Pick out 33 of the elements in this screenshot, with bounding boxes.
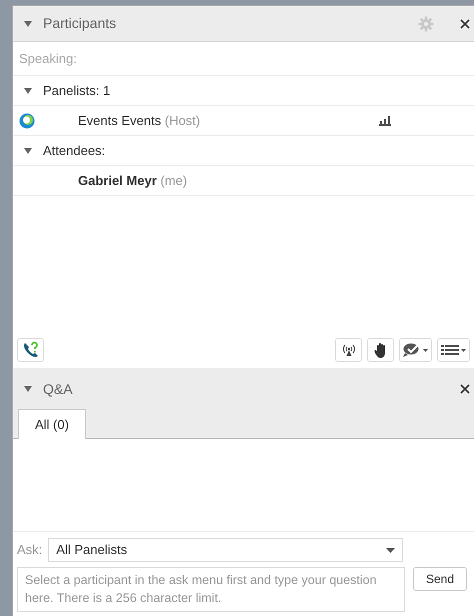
signal-bars-icon bbox=[379, 116, 391, 126]
collapse-triangle-icon[interactable] bbox=[23, 86, 33, 94]
collapse-triangle-icon[interactable] bbox=[23, 385, 33, 393]
collapse-triangle-icon[interactable] bbox=[23, 146, 33, 154]
ask-dropdown[interactable]: All Panelists bbox=[48, 538, 404, 562]
status-icon bbox=[19, 112, 35, 128]
caret-icon bbox=[423, 348, 428, 352]
broadcast-button[interactable] bbox=[335, 338, 362, 362]
participant-name[interactable]: Gabriel Meyr (me) bbox=[78, 170, 188, 190]
group-heading: Panelists: 1 bbox=[43, 82, 110, 100]
panel-title: Q&A bbox=[43, 380, 74, 399]
dropdown-caret-icon bbox=[386, 548, 396, 552]
group-heading: Attendees: bbox=[43, 142, 106, 160]
speaking-label: Speaking: bbox=[19, 50, 77, 68]
hand-icon bbox=[374, 342, 388, 358]
raise-hand-button[interactable] bbox=[367, 338, 394, 362]
chat-check-icon bbox=[403, 343, 421, 357]
audio-help-button[interactable] bbox=[17, 338, 44, 362]
tab[interactable]: All (0) bbox=[18, 409, 86, 439]
feedback-button[interactable] bbox=[399, 338, 432, 362]
participant-name[interactable]: Events Events (Host) bbox=[78, 110, 200, 130]
antenna-icon bbox=[340, 343, 356, 357]
close-icon[interactable] bbox=[460, 384, 470, 394]
phone-question-icon bbox=[22, 341, 40, 359]
close-icon[interactable] bbox=[460, 18, 470, 28]
send-button[interactable]: Send bbox=[413, 567, 467, 591]
collapse-triangle-icon[interactable] bbox=[23, 20, 33, 28]
ask-label: Ask: bbox=[17, 541, 42, 560]
caret-icon bbox=[461, 348, 466, 352]
question-field[interactable]: Select a participant in the ask menu first and type your question here. There is a 256 character limit. bbox=[17, 567, 405, 612]
panel-title: Participants bbox=[43, 14, 118, 33]
list-options-button[interactable] bbox=[437, 338, 470, 362]
list-icon bbox=[441, 344, 459, 356]
